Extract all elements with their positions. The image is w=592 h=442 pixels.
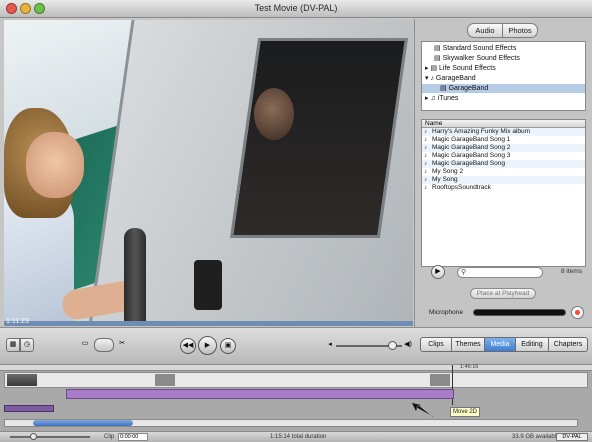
imovie-window: Test Movie (DV-PAL) 1:11:23 Audio Photos… [0,0,592,442]
folder-icon: ▤ [434,55,443,62]
tree-item-life-sound-effects[interactable]: ▸ ▤ Life Sound Effects [425,64,496,73]
volume-knob[interactable] [388,341,398,350]
song-list[interactable]: Name ♪ Harry's Amazing Funky Mix album ♪ M… [421,119,586,267]
video-track[interactable] [4,372,588,388]
list-item[interactable]: ♪ Magic GarageBand Song 3 [422,152,585,160]
list-item[interactable]: ♪ Magic GarageBand Song [422,160,585,168]
folder-icon: ▤ [430,65,440,72]
disk-space: 33.9 GB available [512,434,560,440]
list-item[interactable]: ♪ My Song 2 [422,168,585,176]
volume-high-icon: ◀) [404,341,412,348]
place-at-playhead-button[interactable]: Place at Playhead [470,288,536,299]
tree-item-itunes[interactable]: ▸ ♫ iTunes [425,94,458,103]
zoom-knob[interactable] [30,433,37,440]
list-header-name[interactable]: Name [422,120,585,128]
tab-clips[interactable]: Clips [420,337,452,352]
play-icon: ▶ [204,342,211,349]
title-bar: Test Movie (DV-PAL) [0,0,592,18]
scrollbar-thumb[interactable] [33,420,133,426]
list-item[interactable]: ♪ Magic GarageBand Song 1 [422,136,585,144]
audio-segment[interactable]: Audio [467,23,503,38]
clip-viewer-toggle[interactable]: ▦ [6,338,20,352]
camera-icon: ▭ [81,340,89,347]
play-icon: ▶ [435,268,441,275]
music-note-icon: ♪ [424,169,427,175]
preview-play-button[interactable]: ▶ [431,265,445,279]
music-note-icon: ♪ [424,177,427,183]
monitor-timecode: 1:11:23 [6,318,29,325]
microphone-level-meter [473,309,566,316]
drag-tooltip: Move 2D [450,407,481,417]
playhead[interactable] [452,365,453,405]
monitor-microphone [124,228,146,326]
horizontal-scrollbar[interactable] [4,419,578,427]
record-voiceover-button[interactable] [571,306,584,319]
music-note-icon: ♪ [424,137,427,143]
scrubber-bar[interactable] [4,321,413,326]
item-count: 8 items [561,268,582,275]
music-note-icon: ♪ [424,185,427,191]
volume-low-icon: ◂ [328,341,332,348]
tab-chapters[interactable]: Chapters [548,337,588,352]
status-bar: Clip 0:00:00 1:15:14 total duration 33.9… [0,431,592,442]
media-pane: Audio Photos ▤ Standard Sound Effects ▤ … [414,19,592,327]
fullscreen-play-button[interactable]: ▣ [220,338,236,354]
music-note-icon: ♪ [424,129,427,135]
tab-editing[interactable]: Editing [515,337,549,352]
search-field[interactable]: ⚲ [457,267,543,278]
mode-toggle[interactable] [94,338,114,352]
clip-time-field[interactable]: 0:00:00 [118,433,148,441]
arrow-cursor-icon [412,403,434,418]
monitor-man [254,88,294,140]
list-item[interactable]: ♪ RooftopsSoundtrack [422,184,585,192]
monitor-bus-window [229,38,409,238]
window-title: Test Movie (DV-PAL) [254,3,338,13]
microphone-label: Microphone [429,309,463,316]
monitor-door-handle [194,260,222,310]
playhead-time: 1:46:16 [460,364,479,370]
list-item[interactable]: ♪ Harry's Amazing Funky Mix album [422,128,585,136]
itunes-icon: ♫ [430,95,438,102]
timeline-viewer-toggle[interactable]: ◷ [20,338,34,352]
monitor-girl-face [26,132,84,198]
timeline-viewer-icon: ◷ [23,341,31,348]
tree-item-standard-sound-effects[interactable]: ▤ Standard Sound Effects [434,44,516,53]
play-button[interactable]: ▶ [198,336,217,355]
format-button[interactable]: DV-PAL [556,433,588,441]
camera-mode-switch[interactable]: ▭ [78,338,92,352]
tab-themes[interactable]: Themes [451,337,485,352]
tab-media[interactable]: Media [484,337,516,352]
timeline[interactable]: 1:46:16 Move 2D [0,364,592,431]
rewind-icon: ◀◀ [182,342,194,349]
tree-item-garageband-folder[interactable]: ▤ GarageBand [422,84,585,93]
total-duration: 1:15:14 total duration [270,434,327,440]
fullscreen-play-icon: ▣ [224,342,232,349]
list-item[interactable]: ♪ Magic GarageBand Song 2 [422,144,585,152]
edit-mode-icon: ✂ [119,340,125,347]
clip-label: Clip [104,434,115,440]
photos-segment[interactable]: Photos [502,23,538,38]
pane-splitter[interactable] [421,112,586,123]
tree-item-skywalker-sound-effects[interactable]: ▤ Skywalker Sound Effects [434,54,520,63]
music-note-icon: ♪ [424,153,427,159]
music-note-icon: ♪ [424,145,427,151]
audio-source-tree[interactable]: ▤ Standard Sound Effects ▤ Skywalker Sou… [421,41,586,111]
rewind-button[interactable]: ◀◀ [180,338,196,354]
timeline-zoom-slider[interactable] [10,436,90,438]
timeline-ruler[interactable] [0,365,592,371]
video-clip[interactable] [155,374,175,386]
search-icon: ⚲ [461,269,467,276]
video-clip[interactable] [430,374,450,386]
list-item[interactable]: ♪ My Song [422,176,585,184]
folder-icon: ▤ [440,85,449,92]
control-bar: ▦ ◷ ▭ ✂ ◀◀ ▶ ▣ ◂ ◀) Clips Themes Media E… [0,327,592,365]
audio-clip-track-1[interactable] [66,389,454,399]
video-clip[interactable] [7,374,37,386]
audio-clip-track-2[interactable] [4,405,54,412]
folder-icon: ▤ [434,45,443,52]
video-monitor[interactable] [4,20,413,326]
clip-viewer-icon: ▦ [9,341,17,348]
tree-item-garageband[interactable]: ▾ ♪ GarageBand [425,74,476,83]
music-note-icon: ♪ [424,161,427,167]
